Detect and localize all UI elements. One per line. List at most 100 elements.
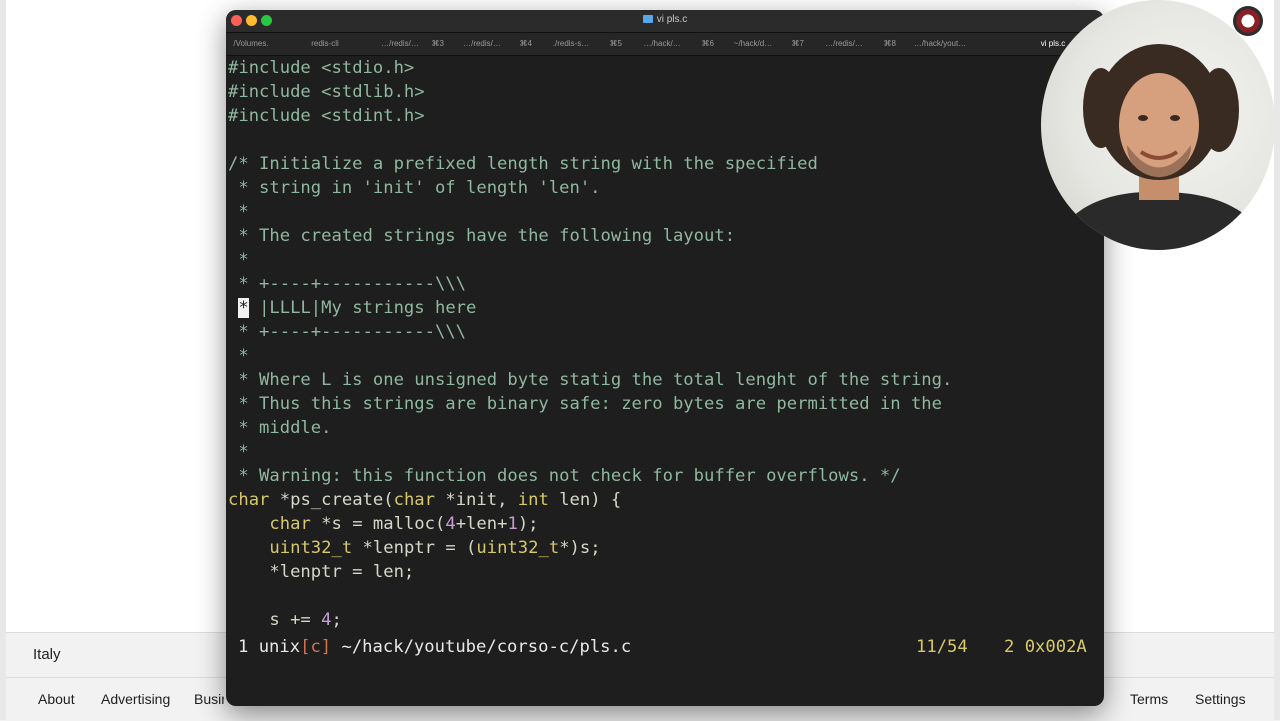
tab-shortcut: ⌘8 [883, 39, 896, 48]
code-line-12: * +----+-----------\\\ [228, 322, 466, 342]
code-token: char [393, 490, 435, 510]
code-token: #include [228, 106, 311, 126]
tab-7[interactable]: ~/hack/d… ⌘7 [720, 33, 810, 55]
code-line-6: * string in 'init' of length 'len'. [228, 178, 601, 198]
tab-label: …/hack/… [643, 39, 681, 48]
vim-editor-buffer[interactable]: #include <stdio.h> #include <stdlib.h> #… [226, 56, 1104, 706]
presenter-video [1051, 44, 1271, 250]
code-line-18: * Warning: this function does not check … [228, 466, 901, 486]
code-token: char [228, 490, 270, 510]
code-line-3: #include <stdint.h> [228, 104, 425, 128]
code-token: len) { [548, 490, 622, 510]
footer-link-about[interactable]: About [38, 691, 75, 707]
tab-9[interactable]: …/hack/yout… [902, 33, 1002, 55]
code-line-7: * [228, 202, 249, 222]
statusline-buffer: 1 unix [238, 637, 301, 657]
code-token: *s = malloc( [310, 514, 446, 534]
statusline-path: ~/hack/youtube/corso-c/pls.c [331, 637, 632, 657]
tab-shortcut: ⌘6 [701, 39, 714, 48]
profile-avatar[interactable] [1233, 6, 1263, 36]
code-token: <stdint.h> [310, 106, 425, 126]
code-line-17: * [228, 442, 249, 462]
code-token: #include [228, 58, 311, 78]
right-edge [1274, 0, 1280, 720]
code-line-24: s += 4; [228, 608, 342, 632]
tab-3[interactable]: …/redis/… ⌘3 [374, 33, 450, 55]
tab-label: ~/hack/d… [733, 39, 773, 48]
tab-4[interactable]: …/redis/… ⌘4 [450, 33, 538, 55]
code-line-14: * Where L is one unsigned byte statig th… [228, 370, 953, 390]
code-token: char [269, 514, 311, 534]
footer-link-settings[interactable]: Settings [1195, 691, 1246, 707]
tab-label: …/redis/… [463, 39, 501, 48]
tab-5[interactable]: ./redis-s… ⌘5 [538, 33, 628, 55]
code-token: uint32_t [269, 538, 353, 558]
tab-label: ./redis-s… [552, 39, 590, 48]
tab-shortcut: ⌘7 [791, 39, 804, 48]
code-line-11: * |LLLL|My strings here [228, 296, 476, 320]
footer-link-advertising[interactable]: Advertising [101, 691, 170, 707]
code-token: 4 [445, 514, 456, 534]
tab-label: /Volumes. [233, 39, 269, 48]
code-token: 4 [321, 610, 332, 630]
tab-6[interactable]: …/hack/… ⌘6 [628, 33, 720, 55]
code-token: uint32_t [476, 538, 560, 558]
code-line-2: #include <stdlib.h> [228, 80, 425, 104]
code-token: |LLLL|My strings here [248, 298, 477, 318]
code-line-16: * middle. [228, 418, 332, 438]
statusline-char-info: 2 0x002A [1004, 637, 1087, 657]
tab-label: …/redis/… [825, 39, 863, 48]
footer-link-business[interactable]: Busin [194, 691, 224, 707]
tab-2[interactable]: redis-cli [300, 33, 374, 55]
location-text: Italy [33, 646, 61, 663]
text-cursor: * [238, 298, 249, 318]
window-titlebar[interactable]: vi pls.c [226, 10, 1104, 33]
code-line-19: char *ps_create(char *init, int len) { [228, 488, 621, 512]
terminal-window[interactable]: vi pls.c /Volumes. redis-cli …/redis/… ⌘… [226, 10, 1104, 706]
statusline-filetype: [c] [300, 637, 332, 657]
code-token: *init, [435, 490, 518, 510]
code-token: ); [517, 514, 539, 534]
code-line-10: * +----+-----------\\\ [228, 274, 466, 294]
tab-shortcut: ⌘3 [431, 39, 444, 48]
tab-1[interactable]: /Volumes. [226, 33, 300, 55]
footer-link-terms[interactable]: Terms [1130, 691, 1168, 707]
code-token: <stdio.h> [310, 58, 415, 78]
statusline-position: 11/54 [916, 637, 968, 657]
statusline-file-info: 1 unix[c] ~/hack/youtube/corso-c/pls.c [238, 635, 631, 659]
code-token: *)s; [559, 538, 601, 558]
window-title-group: vi pls.c [226, 14, 1104, 25]
code-token: int [517, 490, 549, 510]
vim-statusline: 1 unix[c] ~/hack/youtube/corso-c/pls.c 1… [226, 635, 1104, 659]
code-line-20: char *s = malloc(4+len+1); [228, 512, 539, 536]
webcam-overlay [1041, 0, 1275, 250]
tab-shortcut: ⌘4 [519, 39, 532, 48]
tab-label: …/redis/… [381, 39, 419, 48]
code-line-1: #include <stdio.h> [228, 56, 414, 80]
code-line-9: * [228, 250, 249, 270]
code-token: 1 [507, 514, 518, 534]
terminal-tab-bar: /Volumes. redis-cli …/redis/… ⌘3 …/redis… [226, 33, 1104, 56]
code-token: #include [228, 82, 311, 102]
code-line-8: * The created strings have the following… [228, 226, 736, 246]
code-token: *ps_create( [269, 490, 394, 510]
tab-label: redis-cli [311, 39, 339, 48]
left-edge [0, 0, 6, 720]
code-line-13: * [228, 346, 249, 366]
code-token: +len+ [455, 514, 508, 534]
tab-label: …/hack/yout… [913, 39, 967, 48]
window-title: vi pls.c [656, 14, 688, 25]
tab-shortcut: ⌘5 [609, 39, 622, 48]
folder-icon [642, 15, 653, 23]
code-line-21: uint32_t *lenptr = (uint32_t*)s; [228, 536, 601, 560]
tab-8[interactable]: …/redis/… ⌘8 [810, 33, 902, 55]
code-token: ; [331, 610, 342, 630]
code-line-5: /* Initialize a prefixed length string w… [228, 154, 818, 174]
code-token: s += [228, 610, 322, 630]
code-token: *lenptr = ( [352, 538, 477, 558]
code-line-15: * Thus this strings are binary safe: zer… [228, 394, 942, 414]
code-token: <stdlib.h> [310, 82, 425, 102]
code-line-22: *lenptr = len; [228, 562, 415, 582]
